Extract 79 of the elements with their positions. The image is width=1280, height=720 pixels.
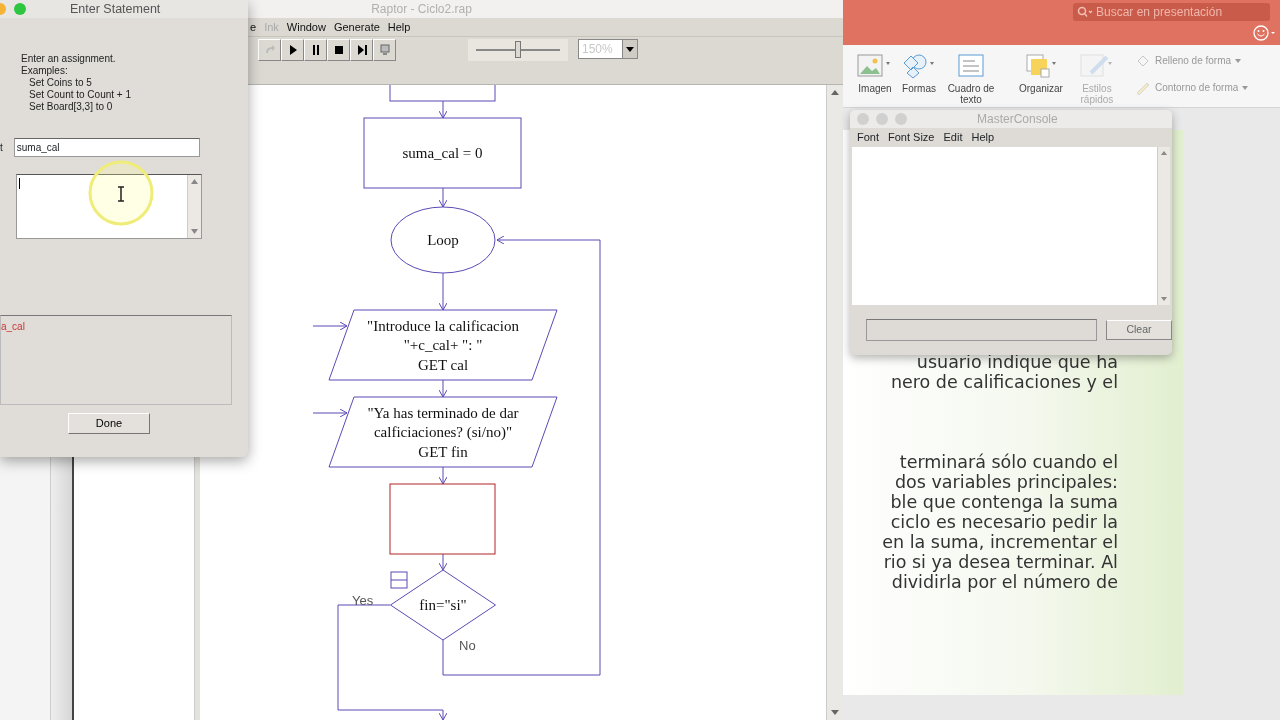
ribbon-button[interactable]: Imagen xyxy=(853,53,897,94)
input-parallelogram[interactable]: "Ya has terminado de dar calficiaciones? (si/no)" GET fin xyxy=(328,396,558,468)
input-arrow xyxy=(312,408,348,418)
pencil-icon xyxy=(1134,80,1151,95)
clear-button[interactable]: Clear xyxy=(1106,320,1172,340)
dialog-title: Enter Statement xyxy=(70,1,161,18)
menu-item[interactable]: Font xyxy=(857,129,879,146)
shapes-icon xyxy=(901,53,937,79)
help-text: Enter an assignment. xyxy=(21,53,117,65)
menu-item[interactable]: Generate xyxy=(329,18,384,36)
field-label: t xyxy=(0,141,3,155)
slide-text: ble que contenga la suma xyxy=(889,492,1118,512)
ribbon-button[interactable]: Cuadro de texto xyxy=(941,53,1001,105)
scrollbar[interactable] xyxy=(1157,147,1170,305)
text-cursor-icon xyxy=(117,186,125,202)
step-icon xyxy=(355,44,368,56)
connector-arrow xyxy=(438,379,448,398)
caret-icon xyxy=(1235,58,1242,63)
connector-arrow xyxy=(438,553,448,571)
search-field[interactable]: Buscar en presentación xyxy=(1073,3,1270,21)
scrollbar[interactable] xyxy=(187,175,201,238)
menu-item[interactable]: e xyxy=(246,18,261,36)
slide-text: rio si ya desea terminar. Al xyxy=(882,552,1118,572)
image-icon xyxy=(857,53,893,79)
decision-diamond[interactable]: fin="si" xyxy=(390,569,496,641)
maximize-button[interactable] xyxy=(14,3,26,15)
assignment-box[interactable]: suma_cal = 0 xyxy=(363,117,522,189)
search-icon xyxy=(1077,6,1093,18)
slider-thumb[interactable] xyxy=(515,41,521,58)
help-text: Set Count to Count + 1 xyxy=(28,89,132,101)
slide-text: usuario indique que ha xyxy=(915,352,1118,372)
help-text: Set Coins to 5 xyxy=(28,77,93,89)
caret-icon xyxy=(1242,85,1249,90)
ribbon-button[interactable]: Organizar xyxy=(1015,53,1067,94)
slide-text: ciclo es necesario pedir la xyxy=(889,512,1118,532)
redo-icon xyxy=(263,44,276,56)
connector-arrow xyxy=(438,466,448,485)
slide-text: terminará sólo cuando el xyxy=(898,452,1118,472)
slide-text: nero de calificaciones y el xyxy=(889,372,1118,392)
smiley-icon[interactable] xyxy=(1253,25,1277,41)
collapse-icon[interactable] xyxy=(390,571,408,589)
vertical-scrollbar[interactable] xyxy=(826,85,843,720)
input-field[interactable] xyxy=(866,319,1097,341)
input-field[interactable]: suma_cal xyxy=(13,138,200,157)
menu-item[interactable]: Window xyxy=(282,18,330,36)
toolbar-button[interactable] xyxy=(304,39,327,61)
assignment-box[interactable] xyxy=(389,85,496,102)
help-text: Set Board[3,3] to 0 xyxy=(28,101,114,113)
connector-arrow xyxy=(438,100,448,119)
menu-item[interactable]: Font Size xyxy=(888,129,935,146)
brush-icon xyxy=(1078,53,1115,79)
menu-item[interactable]: Help xyxy=(971,129,995,146)
slide-text: dos variables principales: xyxy=(894,472,1118,492)
menu-item[interactable]: Edit xyxy=(943,129,963,146)
error-text: a_cal xyxy=(1,321,25,332)
input-parallelogram[interactable]: "Introduce la calificacion "+c_cal+ ": " GET cal xyxy=(328,309,558,381)
menu-item[interactable]: Help xyxy=(383,18,415,36)
branch-label: No xyxy=(459,638,476,653)
ribbon-button[interactable]: Formas xyxy=(897,53,941,94)
help-text: Examples: xyxy=(21,65,69,77)
slide-text: en la suma, incrementar el xyxy=(881,532,1118,552)
connector-arrow xyxy=(438,187,448,208)
toolbar-button[interactable] xyxy=(350,39,373,61)
text-area[interactable] xyxy=(16,174,202,239)
toolbar-button[interactable] xyxy=(327,39,350,61)
loop-oval[interactable]: Loop xyxy=(390,206,496,274)
monitor-icon xyxy=(378,44,391,56)
input-arrow xyxy=(312,321,348,331)
stop-icon xyxy=(332,44,345,56)
speed-slider[interactable] xyxy=(468,39,568,61)
branch-label: Yes xyxy=(352,593,374,608)
assignment-box[interactable] xyxy=(389,483,496,555)
window-title: MasterConsole xyxy=(977,111,1058,128)
done-button[interactable]: Done xyxy=(68,413,150,434)
dropdown-arrow-icon xyxy=(626,46,634,52)
cursor-highlight xyxy=(86,158,156,228)
connector-arrow xyxy=(438,272,448,311)
slide-text: dividirla por el número de xyxy=(890,572,1118,592)
toolbar-button[interactable] xyxy=(281,39,304,61)
